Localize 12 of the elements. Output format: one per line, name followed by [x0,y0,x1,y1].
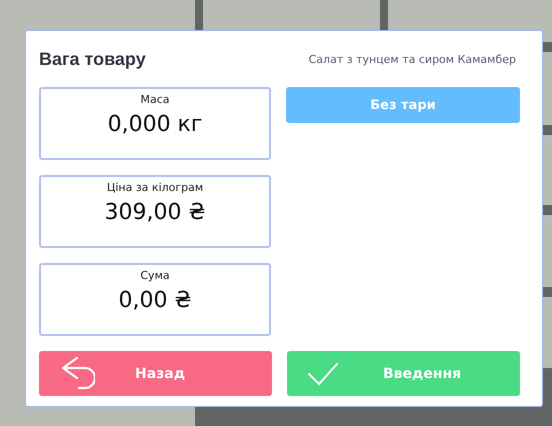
field-value: 0,000 кг [108,112,202,137]
dialog-title: Вага товару [39,48,146,70]
product-name: Салат з тунцем та сиром Камамбер [308,52,516,66]
field-value: 0,00 ₴ [118,288,192,313]
back-arrow-icon [59,356,95,392]
confirm-button[interactable]: Введення [287,351,520,396]
back-button[interactable]: Назад [39,351,272,396]
field-label: Сума [140,269,170,282]
field-value: 309,00 ₴ [104,200,206,225]
no-tare-button[interactable]: Без тари [286,87,520,123]
field-label: Ціна за кілограм [106,181,204,194]
field-label: Маса [140,93,170,106]
